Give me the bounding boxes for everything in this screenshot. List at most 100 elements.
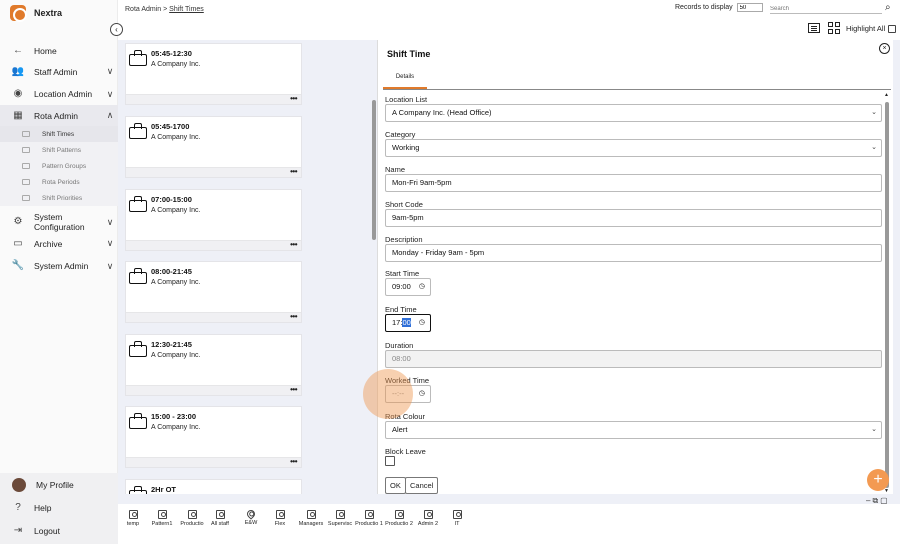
grid-icon <box>22 195 30 201</box>
bottom-tab-label: Pattern1 <box>151 521 173 527</box>
location-list-select[interactable]: A Company Inc. (Head Office) ⌄ <box>385 104 882 122</box>
shift-card[interactable]: 07:00-15:00 A Company Inc. ••• <box>125 189 302 251</box>
sidebar-item-label: Home <box>34 45 57 56</box>
bottom-tab[interactable]: Pattern1 <box>147 510 177 528</box>
shift-card-title: 05:45-1700 <box>151 122 190 131</box>
clock-icon[interactable]: ◷ <box>419 386 425 402</box>
location-pin-icon <box>245 508 257 520</box>
time-hour: 17: <box>392 318 403 327</box>
briefcase-icon <box>129 123 147 139</box>
brand[interactable]: Nextra <box>10 5 62 22</box>
user-icon <box>215 510 225 519</box>
shift-card[interactable]: 15:00 - 23:00 A Company Inc. ••• <box>125 406 302 468</box>
shift-card[interactable]: 2Hr OT <box>125 479 302 494</box>
sidebar-item-home[interactable]: ← Home <box>0 40 118 61</box>
sidebar-item-system-admin[interactable]: 🔧 System Admin ∨ <box>0 254 118 277</box>
bottom-tab[interactable]: Supervisc <box>325 510 355 528</box>
shift-card[interactable]: 12:30-21:45 A Company Inc. ••• <box>125 334 302 396</box>
description-input[interactable]: Monday - Friday 9am - 5pm <box>385 244 882 262</box>
shift-card-title: 15:00 - 23:00 <box>151 412 197 421</box>
nextra-logo-icon <box>10 5 27 22</box>
sidebar-item-help[interactable]: ? Help <box>0 496 118 519</box>
user-icon <box>394 510 404 519</box>
user-icon <box>275 510 285 519</box>
bottom-tab[interactable]: Admin 2 <box>413 510 443 528</box>
records-input[interactable] <box>736 3 763 12</box>
select-value: A Company Inc. (Head Office) <box>392 108 492 117</box>
sidebar-item-staff-admin[interactable]: 👥 Staff Admin ∨ <box>0 61 118 82</box>
sidebar-subitem-rota-periods[interactable]: Rota Periods <box>0 174 118 190</box>
more-options-icon[interactable]: ••• <box>290 312 297 321</box>
chevron-left-icon: ‹ <box>115 25 118 34</box>
user-icon <box>306 510 316 519</box>
shift-card-company: A Company Inc. <box>151 279 201 286</box>
grid-view-icon[interactable] <box>828 22 840 34</box>
scroll-thumb[interactable] <box>885 102 889 488</box>
minimize-icon[interactable]: – <box>866 496 870 506</box>
restore-icon[interactable]: ⧉ <box>872 496 878 506</box>
panel-scrollbar[interactable]: ▲ ▼ <box>884 90 890 494</box>
tab-details[interactable]: Details <box>383 69 427 89</box>
sidebar-item-logout[interactable]: ⇥ Logout <box>0 519 118 542</box>
bottom-tab[interactable]: IT <box>442 510 472 528</box>
close-icon[interactable]: × <box>879 43 890 54</box>
add-button[interactable]: + <box>867 469 889 491</box>
name-input[interactable]: Mon-Fri 9am-5pm <box>385 174 882 192</box>
sidebar-item-rota-admin[interactable]: ▦ Rota Admin ∧ <box>0 105 118 126</box>
more-options-icon[interactable]: ••• <box>290 94 297 103</box>
bottom-tab[interactable]: Managers <box>296 510 326 528</box>
select-value: Working <box>392 143 420 152</box>
end-time-input[interactable]: 17:00 ◷ <box>385 314 431 332</box>
collapse-sidebar-button[interactable]: ‹ <box>110 23 123 36</box>
cancel-button[interactable]: Cancel <box>405 477 439 494</box>
bottom-tab-label: Productio 2 <box>385 521 413 527</box>
field-label: Description <box>385 235 423 244</box>
bottom-tab[interactable]: Flex <box>265 510 295 528</box>
bottom-tab[interactable]: All staff <box>205 510 235 528</box>
short-code-input[interactable]: 9am-5pm <box>385 209 882 227</box>
ok-button[interactable]: OK <box>385 477 406 494</box>
bottom-tab[interactable]: Productio 2 <box>384 510 414 528</box>
more-options-icon[interactable]: ••• <box>290 240 297 249</box>
bottom-tab[interactable]: Productio <box>177 510 207 528</box>
records-to-display: Records to display <box>675 3 763 12</box>
breadcrumb-root[interactable]: Rota Admin <box>125 6 161 13</box>
shift-card[interactable]: 05:45-12:30 A Company Inc. ••• <box>125 43 302 105</box>
card-list-scrollbar[interactable] <box>372 40 376 494</box>
clock-icon[interactable]: ◷ <box>419 279 425 295</box>
maximize-icon[interactable]: ▢ <box>880 496 888 506</box>
breadcrumb-current[interactable]: Shift Times <box>169 6 204 13</box>
sidebar-subitem-shift-patterns[interactable]: Shift Patterns <box>0 142 118 158</box>
sidebar-item-system-configuration[interactable]: ⚙ System Configuration ∨ <box>0 210 118 233</box>
scroll-down-icon[interactable]: ▼ <box>884 488 889 494</box>
search-input[interactable] <box>770 4 882 14</box>
block-leave-checkbox[interactable] <box>385 456 395 466</box>
bottom-tab[interactable]: Productio 1 <box>354 510 384 528</box>
search-icon[interactable]: ⌕ <box>885 2 891 13</box>
shift-card[interactable]: 05:45-1700 A Company Inc. ••• <box>125 116 302 178</box>
sidebar-item-my-profile[interactable]: My Profile <box>0 473 118 496</box>
list-view-icon[interactable] <box>808 23 820 33</box>
sidebar-subitem-shift-times[interactable]: Shift Times <box>0 126 118 142</box>
sidebar-subitem-pattern-groups[interactable]: Pattern Groups <box>0 158 118 174</box>
category-select[interactable]: Working ⌄ <box>385 139 882 157</box>
more-options-icon[interactable]: ••• <box>290 167 297 176</box>
shift-card-title: 12:30-21:45 <box>151 340 192 349</box>
calendar-icon: ▦ <box>13 110 23 121</box>
sidebar-item-location-admin[interactable]: ◉ Location Admin ∨ <box>0 82 118 105</box>
highlight-all-checkbox[interactable] <box>888 24 897 33</box>
shift-card-list: 05:45-12:30 A Company Inc. ••• 05:45-170… <box>118 40 372 494</box>
more-options-icon[interactable]: ••• <box>290 385 297 394</box>
more-options-icon[interactable]: ••• <box>290 457 297 466</box>
bottom-tab[interactable]: temp <box>118 510 148 528</box>
rota-colour-select[interactable]: Alert ⌄ <box>385 421 882 439</box>
sidebar: Nextra ← Home 👥 Staff Admin ∨ ◉ Location… <box>0 0 118 544</box>
bottom-tab[interactable]: E&W <box>236 508 266 527</box>
clock-icon[interactable]: ◷ <box>419 315 425 331</box>
start-time-input[interactable]: 09:00 ◷ <box>385 278 431 296</box>
bottom-tab-label: Flex <box>274 521 286 527</box>
sidebar-subitem-shift-priorities[interactable]: Shift Priorities <box>0 190 118 206</box>
shift-card[interactable]: 08:00-21:45 A Company Inc. ••• <box>125 261 302 323</box>
scroll-up-icon[interactable]: ▲ <box>884 92 889 98</box>
sidebar-item-archive[interactable]: ▭ Archive ∨ <box>0 233 118 254</box>
